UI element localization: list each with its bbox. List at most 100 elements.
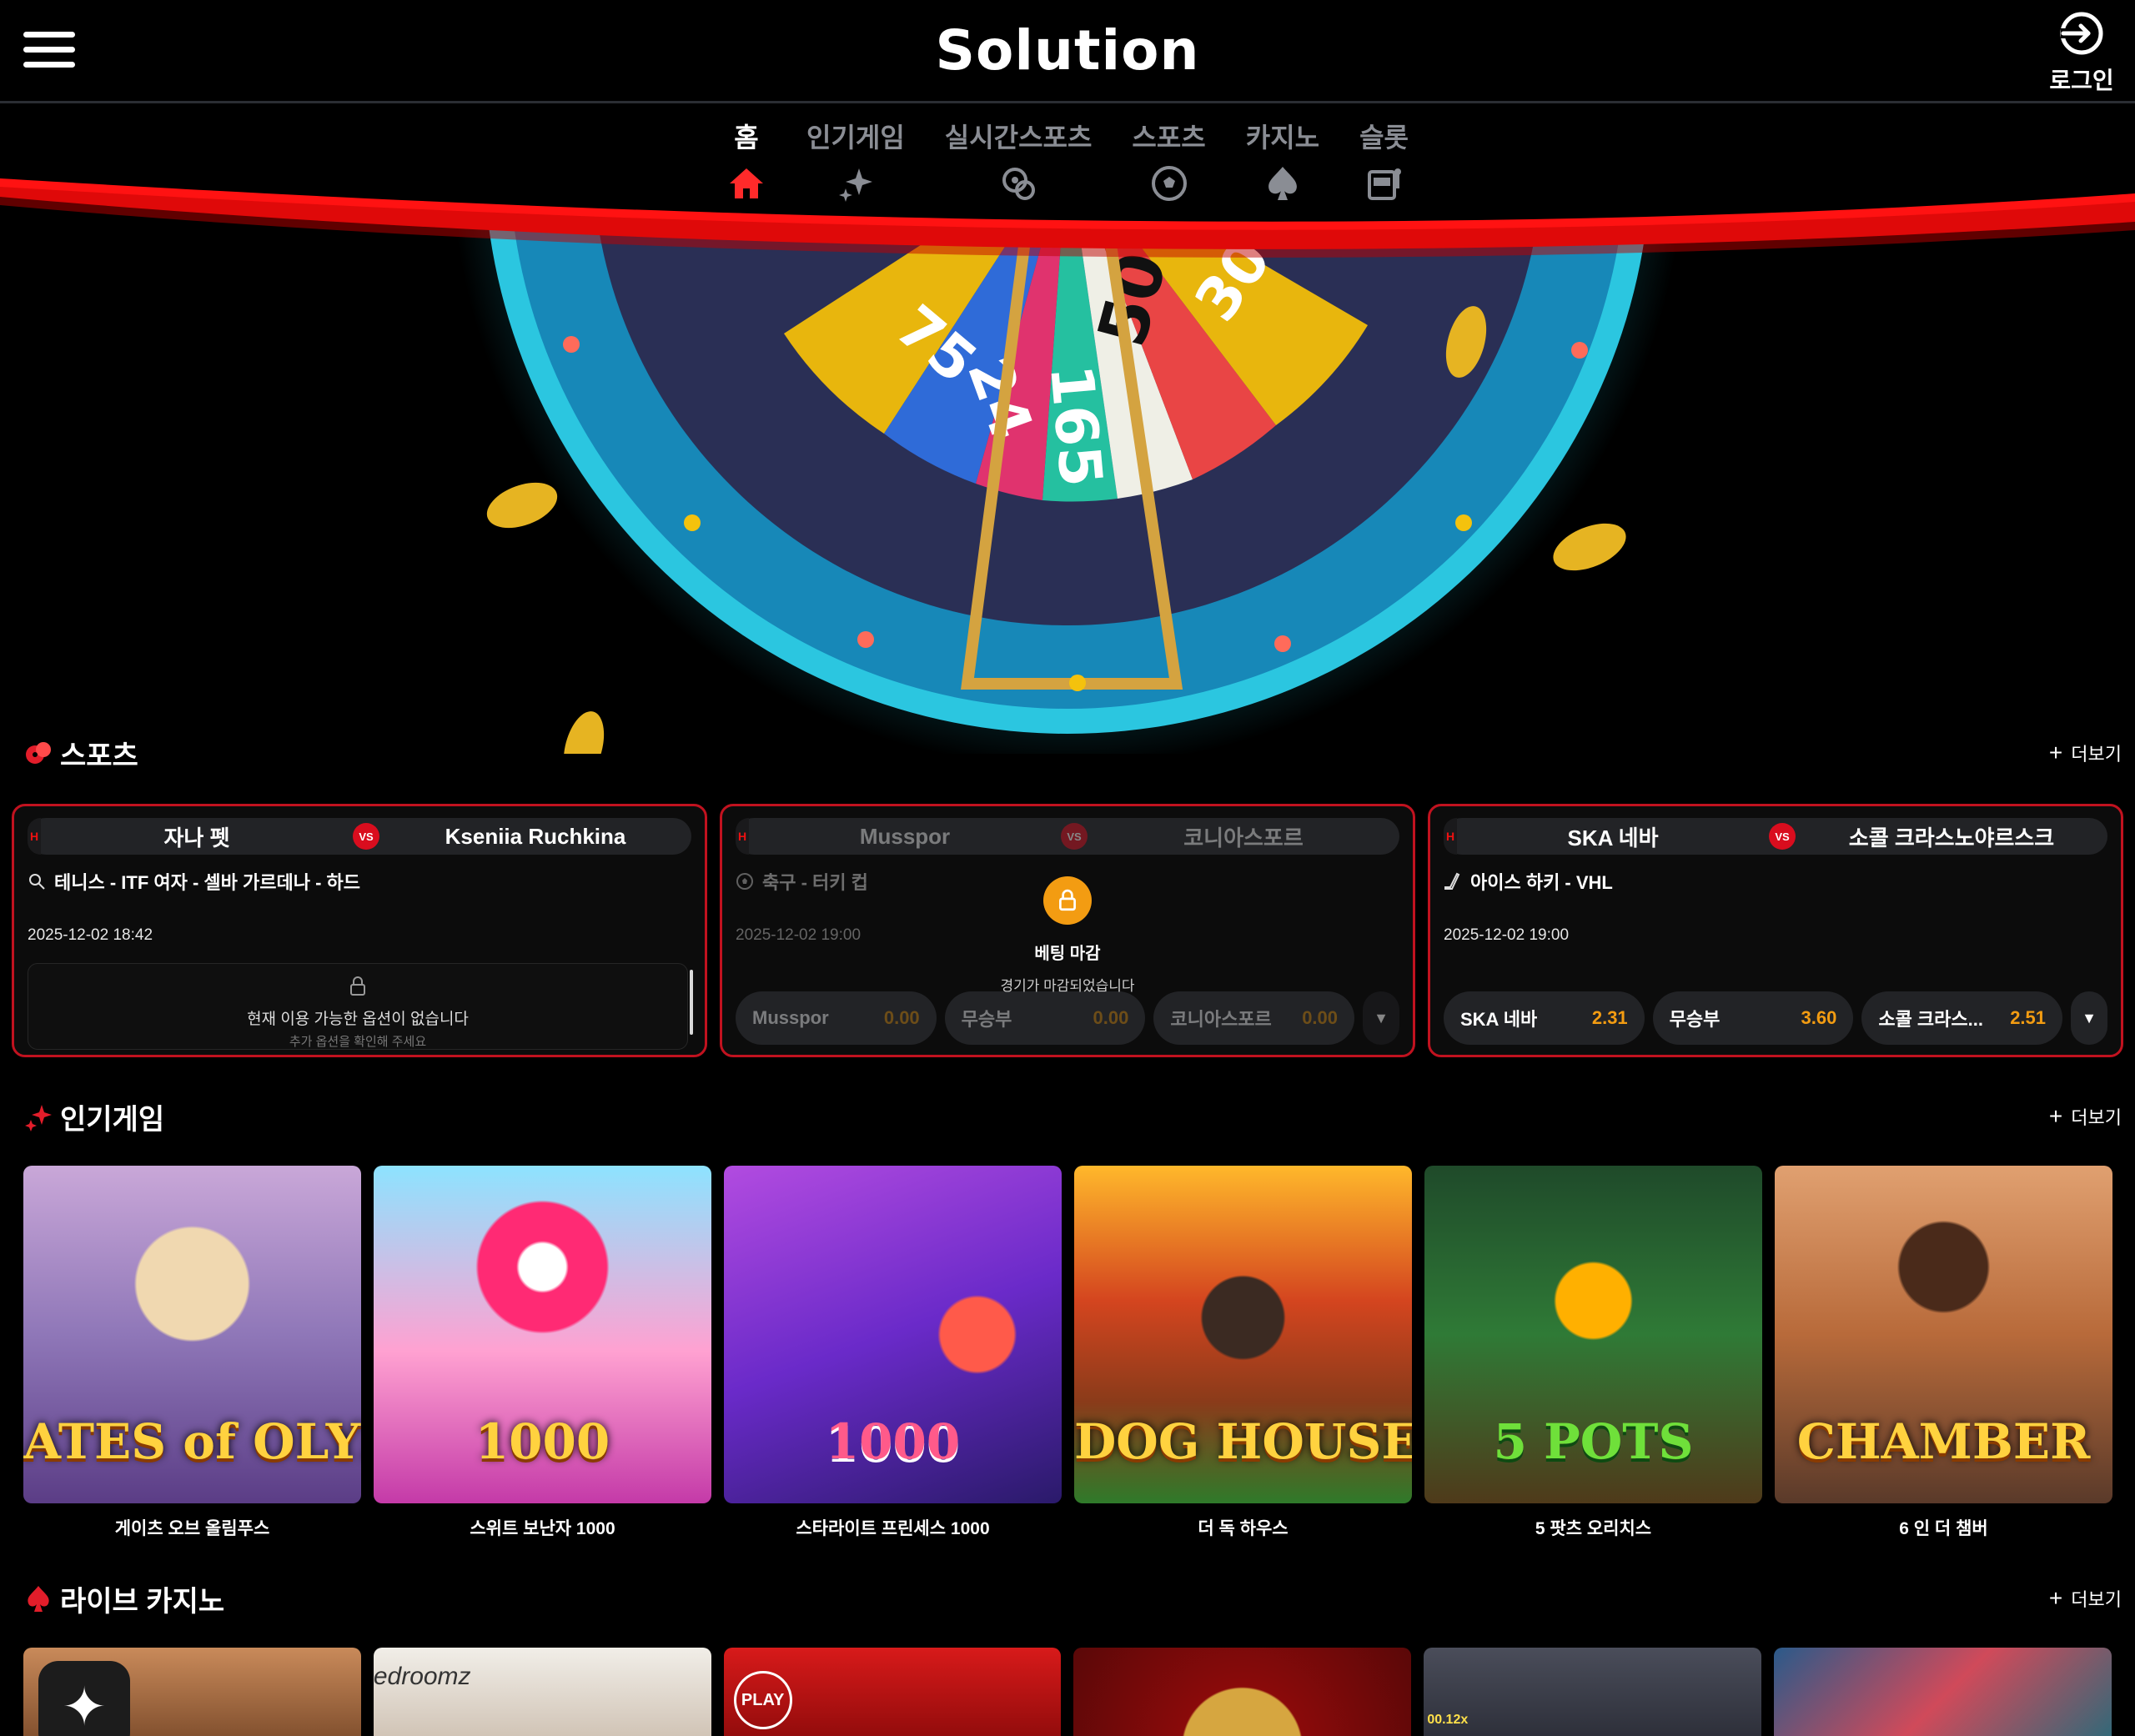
more-label: 더보기 — [2071, 744, 2122, 765]
odd-button[interactable]: 무승부 3.60 — [1652, 991, 1854, 1045]
match-header: H SKA 네바 VS 소콜 크라스노야르스크 — [1444, 818, 2107, 855]
odd-value: 0.00 — [1302, 1007, 1339, 1028]
live-game-tile[interactable]: PLAY — [723, 1648, 1062, 1736]
game-name: 5 팟츠 오리치스 — [1535, 1519, 1652, 1538]
slot-machine-icon — [1367, 168, 1401, 200]
live-game-tile[interactable] — [1774, 1648, 2112, 1736]
game-name: 게이츠 오브 올림푸스 — [114, 1519, 270, 1538]
lock-icon — [350, 976, 365, 996]
site-logo[interactable]: Solution — [0, 18, 2135, 83]
game-name: 6 인 더 챔버 — [1899, 1519, 1988, 1538]
match-card[interactable]: H SKA 네바 VS 소콜 크라스노야르스크 아이스 하키 - VHL 202… — [1428, 804, 2123, 1057]
game-card[interactable]: 1000 스타라이트 프린세스 1000 — [724, 1166, 1062, 1540]
game-art-text: 1000 — [475, 1413, 610, 1470]
match-card[interactable]: H Musspor VS 코니아스포르 축구 - 터키 컵 2025-12-02… — [720, 804, 1415, 1057]
odd-name: 무승부 — [1669, 1009, 1721, 1030]
away-team: 소콜 크라스노야르스크 — [1848, 825, 2055, 850]
away-team: 코니아스포르 — [1183, 825, 1304, 850]
game-thumbnail: 5 POTS — [1424, 1166, 1762, 1503]
away-team: Kseniia Ruchkina — [445, 823, 626, 849]
game-card[interactable]: ATES of OLYMPU 게이츠 오브 올림푸스 — [23, 1166, 361, 1540]
league-name: 테니스 - ITF 여자 - 셀바 가르데나 - 하드 — [54, 872, 360, 893]
popular-more-link[interactable]: + 더보기 — [2049, 1103, 2122, 1130]
game-thumbnail: 1000 — [724, 1166, 1062, 1503]
live-sports-icon — [1002, 168, 1036, 200]
sparkles-icon — [25, 1105, 52, 1131]
popular-section-header: 인기게임 + 더보기 — [23, 1096, 2122, 1137]
home-team: 자나 펫 — [163, 825, 230, 850]
live-more-link[interactable]: + 더보기 — [2049, 1585, 2122, 1612]
odd-button[interactable]: 무승부 0.00 — [944, 991, 1146, 1045]
main-nav: 홈 인기게임 실시간스포츠 스포츠 카지노 슬롯 — [0, 117, 2135, 203]
nav-home[interactable]: 홈 — [726, 117, 766, 203]
home-badge: H — [736, 818, 749, 855]
game-thumbnail: ATES of OLYMPU — [23, 1166, 361, 1503]
match-date: 2025-12-02 18:42 — [28, 926, 153, 944]
game-card[interactable]: 5 POTS 5 팟츠 오리치스 — [1424, 1166, 1762, 1540]
vs-badge: VS — [1769, 823, 1796, 850]
live-casino-section-header: 라이브 카지노 + 더보기 — [23, 1578, 2122, 1619]
game-name: 더 독 하우스 — [1198, 1519, 1289, 1538]
no-options-box: 현재 이용 가능한 옵션이 없습니다 추가 옵션을 확인해 주세요 — [28, 963, 688, 1050]
vs-badge: VS — [1061, 823, 1088, 850]
odd-name: 코니아스포르 — [1170, 1009, 1272, 1030]
nav-label: 홈 — [734, 123, 759, 153]
nav-popular-games[interactable]: 인기게임 — [806, 117, 905, 203]
league-info: 테니스 - ITF 여자 - 셀바 가르데나 - 하드 — [28, 868, 360, 895]
login-label: 로그인 — [2049, 68, 2114, 93]
nav-slots[interactable]: 슬롯 — [1359, 117, 1409, 203]
odd-button[interactable]: Musspor 0.00 — [736, 991, 937, 1045]
home-team: Musspor — [859, 823, 951, 849]
plus-icon: + — [2048, 1585, 2063, 1611]
live-game-tile[interactable]: ✦ — [23, 1648, 361, 1736]
live-casino-grid: ✦ edroomz PLAY 00.12x — [23, 1648, 2112, 1736]
game-card[interactable]: DOG HOUSE 더 독 하우스 — [1074, 1166, 1412, 1540]
play-badge: PLAY — [733, 1671, 792, 1729]
odd-value: 2.31 — [1591, 1007, 1628, 1028]
odd-name: 소콜 크라스... — [1878, 1009, 1983, 1030]
closed-subtitle: 경기가 마감되었습니다 — [1000, 978, 1135, 994]
spade-icon — [1268, 167, 1297, 200]
closed-title: 베팅 마감 — [1034, 945, 1101, 963]
nav-label: 실시간스포츠 — [944, 123, 1093, 153]
odd-value: 3.60 — [1801, 1007, 1837, 1028]
live-game-tile[interactable] — [1073, 1648, 1412, 1736]
game-card[interactable]: CHAMBER 6 인 더 챔버 — [1775, 1166, 2112, 1540]
spade-icon — [28, 1586, 49, 1612]
chevron-down-icon[interactable]: ▼ — [2071, 991, 2108, 1045]
odd-name: SKA 네바 — [1460, 1009, 1538, 1030]
home-badge: H — [28, 818, 41, 855]
nav-label: 슬롯 — [1359, 123, 1409, 153]
game-art-text: DOG HOUSE — [1074, 1413, 1412, 1470]
nav-casino[interactable]: 카지노 — [1246, 117, 1319, 203]
chevron-down-icon[interactable]: ▼ — [1363, 991, 1400, 1045]
tile-caption: edroomz — [373, 1663, 471, 1690]
odd-button[interactable]: 코니아스포르 0.00 — [1153, 991, 1355, 1045]
league-name: 아이스 하키 - VHL — [1470, 872, 1613, 893]
tennis-icon — [29, 874, 45, 890]
game-art-text: CHAMBER — [1796, 1413, 2091, 1470]
live-game-tile[interactable]: edroomz — [373, 1648, 711, 1736]
odd-value: 0.00 — [1093, 1007, 1129, 1028]
game-card[interactable]: 1000 스위트 보난자 1000 — [374, 1166, 711, 1540]
betting-closed-overlay: 베팅 마감 경기가 마감되었습니다 — [722, 876, 1413, 995]
plus-icon: + — [2048, 740, 2063, 765]
game-thumbnail: DOG HOUSE — [1074, 1166, 1412, 1503]
no-options-title: 현재 이용 가능한 옵션이 없습니다 — [247, 1011, 469, 1028]
odd-button[interactable]: 소콜 크라스... 2.51 — [1861, 991, 2063, 1045]
league-info: 아이스 하키 - VHL — [1444, 868, 1613, 895]
odd-value: 0.00 — [883, 1007, 920, 1028]
sports-more-link[interactable]: + 더보기 — [2049, 740, 2122, 766]
sparkles-icon — [838, 168, 872, 202]
match-card[interactable]: H 자나 펫 VS Kseniia Ruchkina 테니스 - ITF 여자 … — [12, 804, 707, 1057]
nav-sports[interactable]: 스포츠 — [1132, 117, 1206, 203]
scrollbar[interactable] — [690, 970, 693, 1035]
odd-button[interactable]: SKA 네바 2.31 — [1444, 991, 1645, 1045]
login-icon — [2060, 12, 2103, 55]
nav-label: 스포츠 — [1132, 123, 1206, 153]
svg-text:165: 165 — [1037, 362, 1115, 489]
sports-section-header: 스포츠 + 더보기 — [23, 732, 2122, 774]
live-game-tile[interactable]: 00.12x — [1424, 1648, 1762, 1736]
nav-live-sports[interactable]: 실시간스포츠 — [944, 117, 1093, 203]
login-button[interactable]: 로그인 — [2048, 10, 2115, 96]
